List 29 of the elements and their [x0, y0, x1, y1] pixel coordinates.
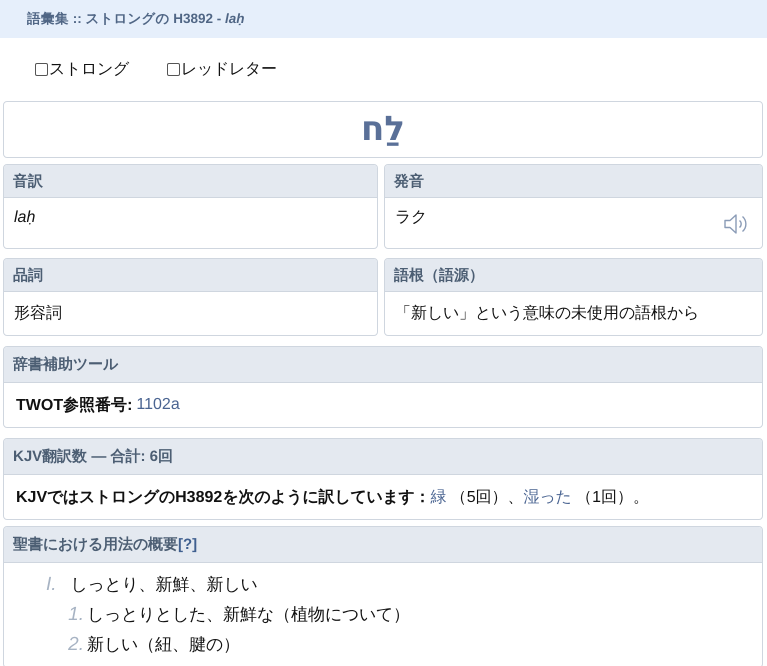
- hebrew-word: לַח: [361, 109, 405, 150]
- section-header: 発音: [385, 165, 762, 198]
- help-link[interactable]: [?]: [178, 536, 198, 553]
- pronunciation-text: ラク: [395, 208, 427, 228]
- section-header: 語根（語源）: [385, 259, 762, 292]
- translation-link[interactable]: 緑: [430, 488, 446, 506]
- outline-text: 新しい（紐、腱の）: [87, 634, 240, 656]
- outline-number: 2.: [67, 634, 84, 656]
- section-header: KJV翻訳数 — 合計: 6回: [4, 439, 762, 475]
- transliteration-text: laḥ: [14, 208, 36, 228]
- section-header: 聖書における用法の概要[?]: [4, 527, 762, 563]
- twot-link[interactable]: 1102a: [136, 396, 180, 414]
- checkbox[interactable]: [35, 63, 48, 76]
- checkbox[interactable]: [167, 63, 180, 76]
- outline-number: I.: [46, 574, 57, 596]
- checkbox-label[interactable]: レッドレター: [181, 59, 277, 80]
- page-title: 語彙集 :: ストロングの H3892 - laḥ: [27, 10, 245, 28]
- translation-link[interactable]: 湿った: [524, 488, 572, 506]
- checkbox-label[interactable]: ストロング: [49, 59, 129, 80]
- kjv-translation-sentence: KJVではストロングのH3892を次のように訳しています：緑 （5回）、湿った （1回）。: [16, 488, 649, 508]
- section-header: 辞書補助ツール: [4, 347, 762, 383]
- field-value: 「新しい」という意味の未使用の語根から: [395, 304, 699, 324]
- outline-text: しっとり、新鮮、新しい: [70, 574, 258, 596]
- outline-number: 1.: [67, 604, 84, 626]
- outline-text: しっとりとした、新鮮な（植物について）: [87, 604, 410, 626]
- section-header: 品詞: [4, 259, 377, 292]
- twot-label: TWOT参照番号:: [16, 395, 132, 416]
- field-value: 形容詞: [14, 304, 62, 324]
- section-header: 音訳: [4, 165, 377, 198]
